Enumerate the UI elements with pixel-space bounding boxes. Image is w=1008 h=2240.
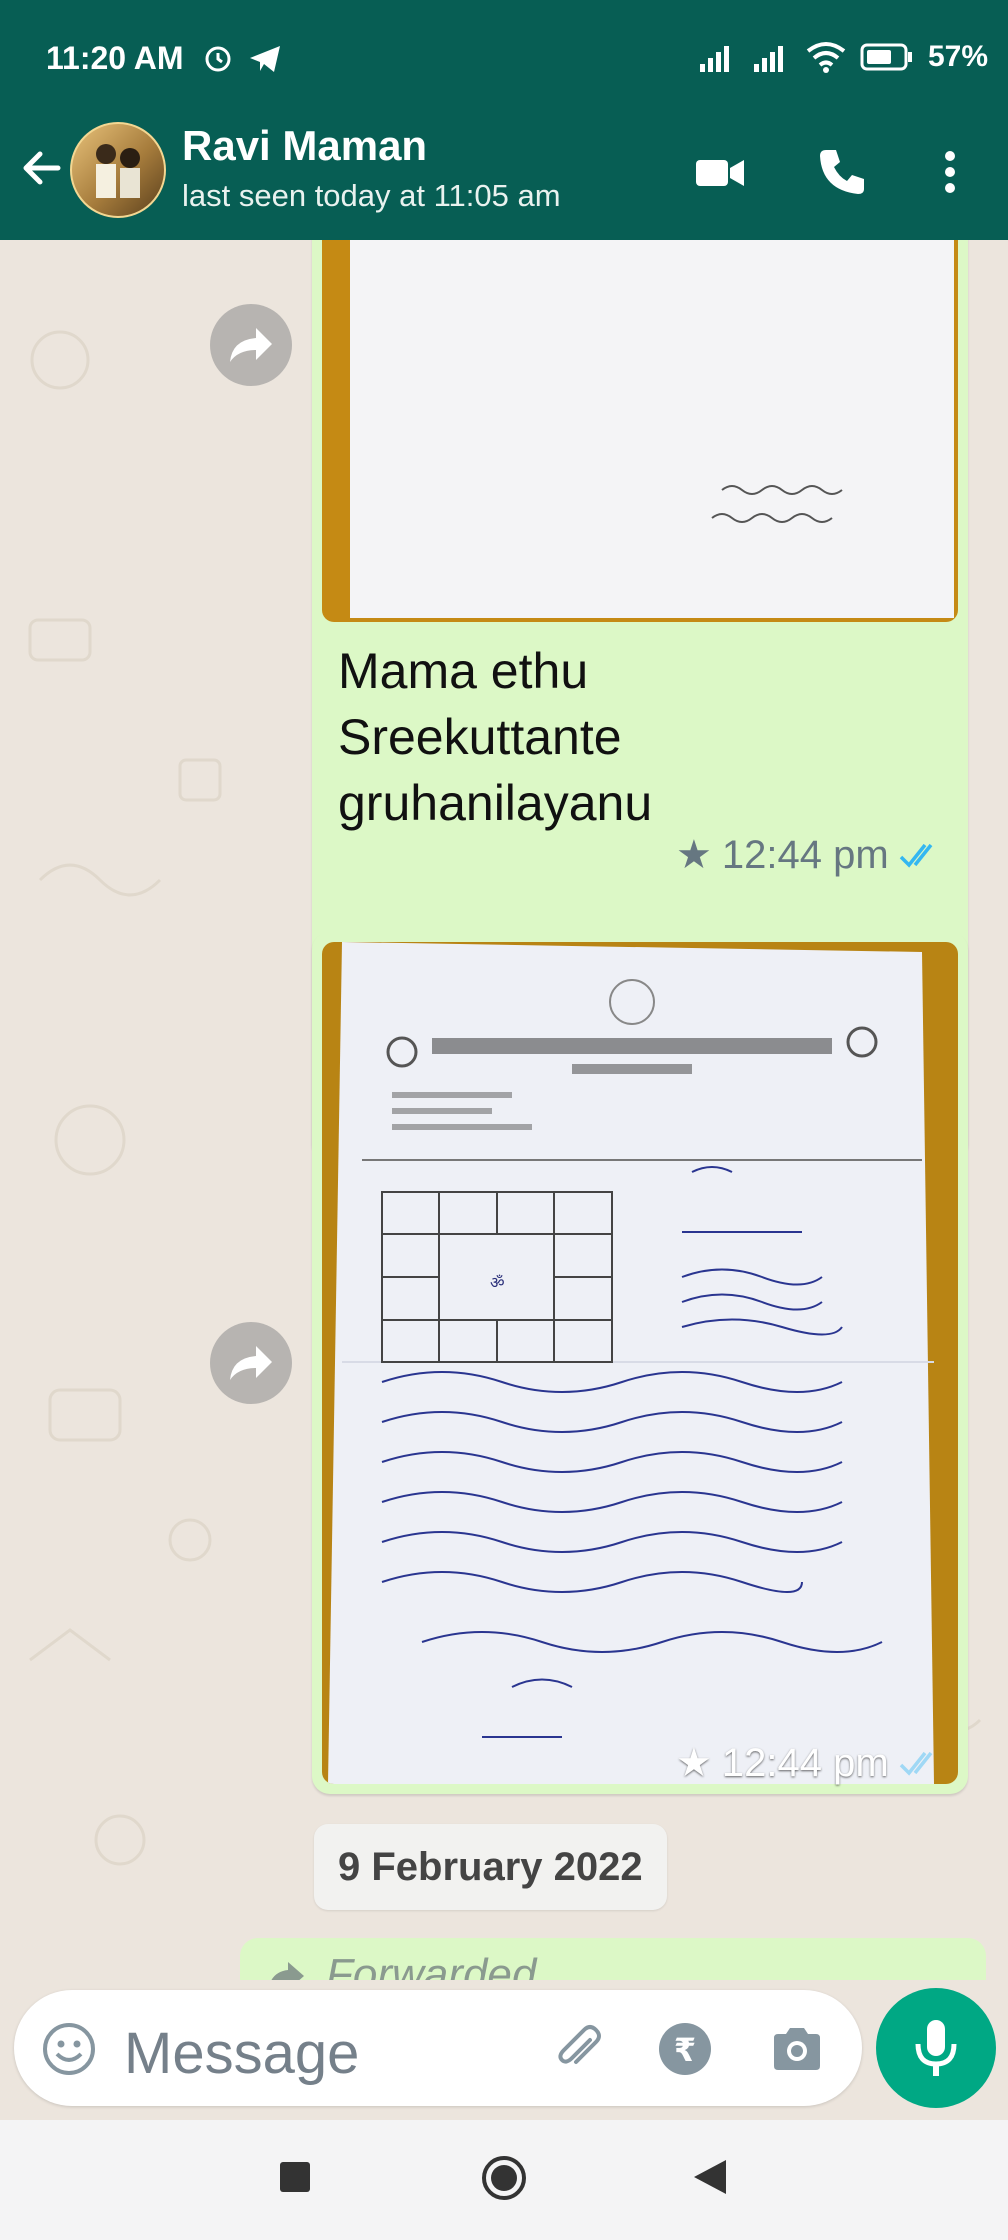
paper-sheet	[350, 240, 954, 618]
message-time: 12:44 pm	[721, 1740, 889, 1785]
video-call-icon[interactable]	[692, 144, 748, 200]
system-nav-bar	[0, 2120, 1008, 2240]
forwarded-message-peek[interactable]: Forwarded	[240, 1938, 986, 1980]
status-bar: 11:20 AM 57%	[0, 0, 1008, 118]
message-time: 12:44 pm	[721, 832, 889, 877]
forwarded-label: Forwarded	[326, 1950, 537, 1980]
wifi-icon	[806, 42, 846, 73]
mic-button[interactable]	[876, 1988, 996, 2108]
message-meta: ★ 12:44 pm	[676, 1740, 943, 1786]
signal-icon	[753, 46, 783, 72]
forward-button[interactable]	[210, 304, 292, 386]
alarm-icon	[205, 46, 231, 72]
avatar-photo	[96, 144, 140, 198]
phone-icon[interactable]	[814, 144, 870, 200]
svg-text:₹: ₹	[674, 2031, 696, 2069]
back-arrow-icon[interactable]	[18, 144, 66, 192]
message-bubble[interactable]: ॐ ★ 12:44 pm	[312, 932, 968, 1794]
message-caption: Mama ethu Sreekuttante gruhanilayanu	[338, 643, 653, 831]
handwriting-mark	[711, 485, 843, 523]
star-icon: ★	[676, 1741, 712, 1785]
battery-percent: 57%	[927, 40, 988, 73]
star-icon: ★	[676, 833, 712, 877]
camera-icon[interactable]	[768, 2020, 826, 2078]
back-icon[interactable]	[692, 2158, 728, 2196]
recents-icon[interactable]	[278, 2160, 312, 2194]
status-right: 57%	[698, 40, 988, 74]
telegram-icon	[250, 46, 280, 72]
signal-icon	[699, 46, 729, 72]
read-ticks-icon	[899, 1751, 933, 1776]
message-composer[interactable]: Message ₹	[14, 1990, 862, 2106]
more-vert-icon[interactable]	[922, 144, 978, 200]
svg-text:ॐ: ॐ	[490, 1273, 505, 1292]
emoji-icon[interactable]	[40, 2020, 98, 2078]
forward-icon	[230, 1346, 272, 1380]
status-time: 11:20 AM	[46, 40, 184, 76]
contact-name[interactable]: Ravi Maman	[182, 122, 427, 170]
forwarded-icon	[271, 1962, 304, 1980]
forward-button[interactable]	[210, 1322, 292, 1404]
message-image[interactable]	[322, 240, 958, 622]
contact-last-seen: last seen today at 11:05 am	[182, 178, 561, 213]
avatar[interactable]	[70, 122, 166, 218]
home-icon[interactable]	[480, 2154, 528, 2202]
chat-header[interactable]: Ravi Maman last seen today at 11:05 am	[0, 118, 1008, 240]
message-input[interactable]: Message	[124, 2020, 359, 2087]
battery-icon	[860, 43, 912, 71]
mic-icon	[915, 2020, 957, 2076]
message-meta: ★ 12:44 pm	[676, 832, 943, 878]
read-ticks-icon	[899, 843, 933, 868]
message-image[interactable]: ॐ	[322, 942, 958, 1784]
chat-area[interactable]: Mama ethu Sreekuttante gruhanilayanu ★ 1…	[0, 240, 1008, 1980]
date-divider: 9 February 2022	[314, 1824, 667, 1910]
attach-icon[interactable]	[550, 2020, 608, 2078]
horoscope-document: ॐ	[328, 942, 934, 1784]
forward-icon	[230, 328, 272, 362]
rupee-payment-icon[interactable]: ₹	[656, 2020, 714, 2078]
